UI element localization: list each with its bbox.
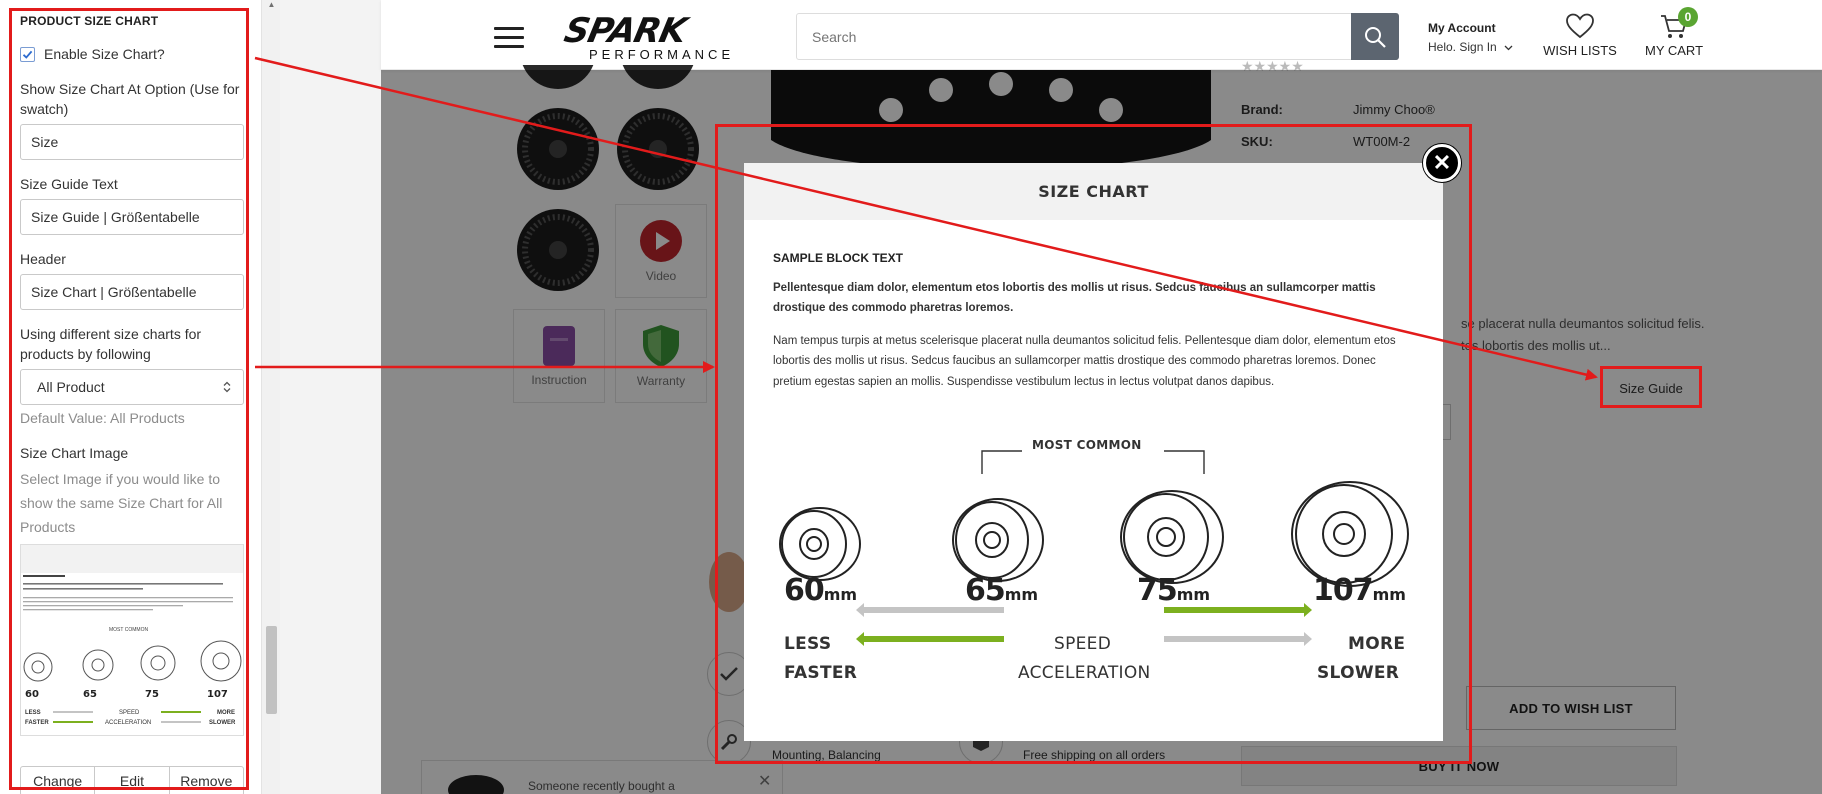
- panel-scrollbar-thumb[interactable]: [266, 626, 277, 714]
- wish-lists-label: WISH LISTS: [1543, 43, 1617, 58]
- chevron-down-icon: [1504, 45, 1513, 51]
- logo-wordmark: SPARK: [560, 11, 690, 51]
- annotation-box-size-guide: [1600, 366, 1702, 408]
- my-account-title: My Account: [1428, 21, 1496, 35]
- scroll-up-arrow-icon[interactable]: ▲: [266, 0, 277, 10]
- heart-icon: [1566, 13, 1594, 39]
- search-box: [796, 13, 1353, 60]
- search-button[interactable]: [1351, 13, 1399, 60]
- sign-in-link[interactable]: Helo. Sign In: [1428, 40, 1497, 54]
- site-logo[interactable]: SPARK PERFORMANCE: [555, 11, 765, 62]
- site-header: SPARK PERFORMANCE My Account Helo. Sign …: [381, 0, 1822, 70]
- wish-lists-link[interactable]: WISH LISTS: [1543, 12, 1617, 58]
- annotation-box-settings: [9, 8, 249, 790]
- hamburger-menu-icon[interactable]: [494, 27, 524, 49]
- my-cart-label: MY CART: [1644, 43, 1704, 58]
- search-icon: [1365, 26, 1386, 48]
- annotation-box-modal: [715, 124, 1472, 764]
- cart-count-badge: 0: [1678, 7, 1698, 27]
- my-account-menu[interactable]: My Account Helo. Sign In: [1428, 19, 1513, 57]
- editor-gutter: [280, 0, 381, 794]
- search-input[interactable]: [797, 14, 1352, 59]
